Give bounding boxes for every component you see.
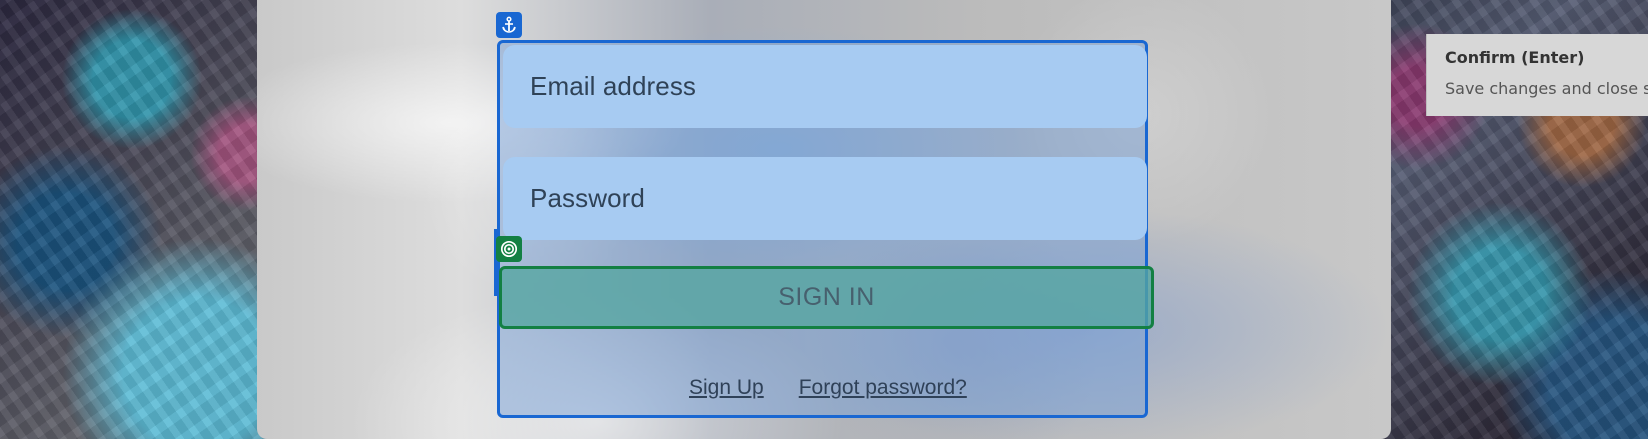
email-field[interactable]: Email address xyxy=(503,45,1147,128)
confirm-tooltip: Confirm (Enter) Save changes and close s… xyxy=(1426,34,1648,116)
auth-links: Sign Up Forgot password? xyxy=(689,376,967,400)
email-placeholder: Email address xyxy=(530,71,697,101)
sign-in-label: SIGN IN xyxy=(778,283,875,311)
sign-in-button[interactable]: SIGN IN xyxy=(499,266,1154,329)
forgot-password-link[interactable]: Forgot password? xyxy=(799,376,967,400)
tooltip-description: Save changes and close se xyxy=(1445,79,1648,98)
anchor-icon[interactable] xyxy=(496,12,522,38)
login-form-card: Email address Password SIGN IN Sign Up F… xyxy=(497,40,1154,418)
sign-up-link[interactable]: Sign Up xyxy=(689,376,764,400)
tooltip-title: Confirm (Enter) xyxy=(1445,48,1585,67)
password-placeholder: Password xyxy=(530,183,645,213)
screen: Email address Password SIGN IN Sign Up F… xyxy=(0,0,1648,439)
password-field[interactable]: Password xyxy=(503,157,1147,240)
target-icon[interactable] xyxy=(496,236,522,262)
